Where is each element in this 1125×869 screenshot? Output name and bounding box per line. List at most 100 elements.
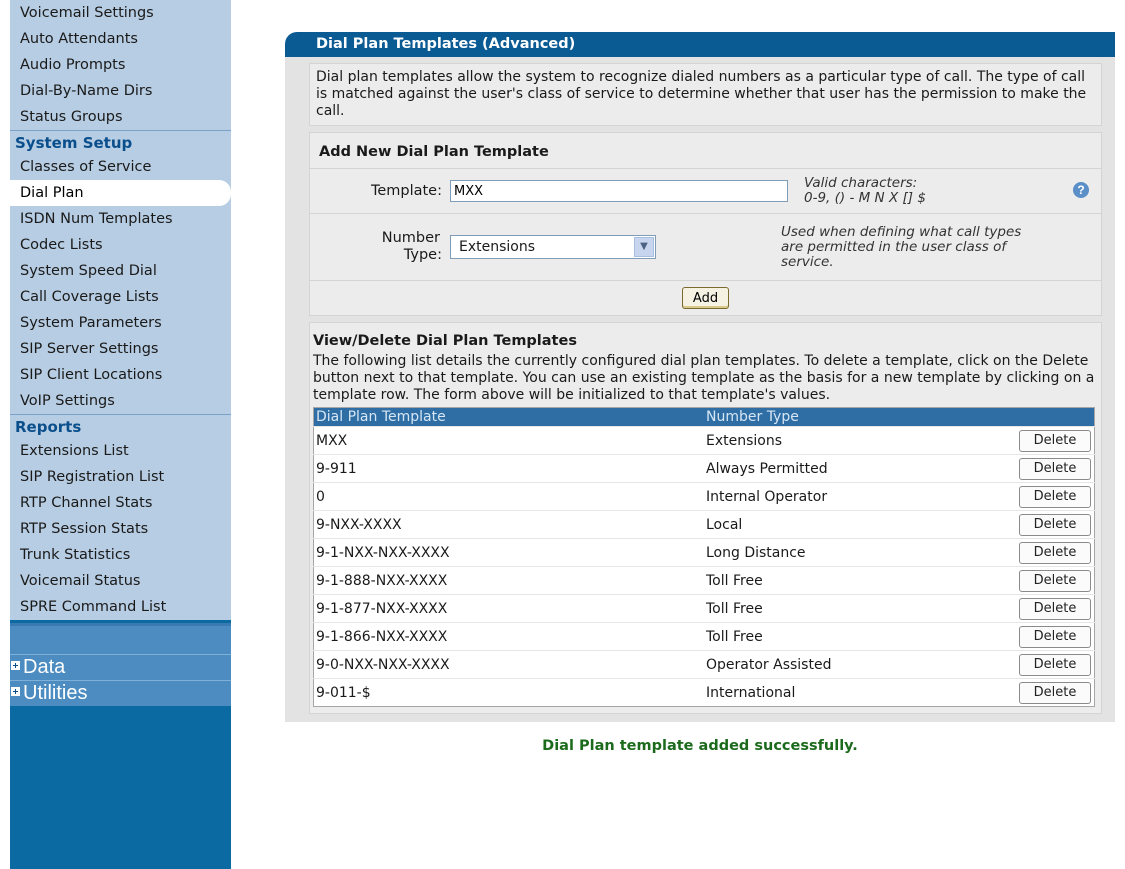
sidebar-item-rtp-session-stats[interactable]: RTP Session Stats — [10, 516, 231, 542]
chevron-down-icon[interactable]: ▼ — [634, 237, 654, 257]
number-type-select[interactable]: Extensions ▼ — [450, 235, 656, 259]
delete-button[interactable]: Delete — [1019, 653, 1091, 676]
template-cell: 9-1-877-NXX-XXXX — [313, 594, 704, 623]
sidebar-group-data[interactable]: Data — [10, 654, 231, 680]
sidebar-system-setup-group: Classes of Service Dial Plan ISDN Num Temp… — [10, 154, 231, 414]
actions-cell: Delete — [1008, 594, 1095, 623]
sidebar-item-dial-by-name-dirs[interactable]: Dial-By-Name Dirs — [10, 78, 231, 104]
number-type-cell: Internal Operator — [704, 482, 1008, 511]
delete-button[interactable]: Delete — [1019, 625, 1091, 648]
sidebar-section-reports: Reports — [10, 414, 231, 438]
templates-table: Dial Plan Template Number Type MXX Extens… — [313, 407, 1095, 707]
template-cell: 9-011-$ — [313, 678, 704, 707]
add-template-heading: Add New Dial Plan Template — [319, 144, 549, 160]
template-cell: MXX — [313, 426, 704, 455]
sidebar-item-dial-plan[interactable]: Dial Plan — [10, 180, 231, 206]
view-templates-section: View/Delete Dial Plan Templates The foll… — [309, 322, 1102, 714]
sidebar-item-call-coverage-lists[interactable]: Call Coverage Lists — [10, 284, 231, 310]
delete-button[interactable]: Delete — [1019, 457, 1091, 480]
number-type-label: Number Type: — [310, 230, 450, 264]
sidebar-item-sip-client-locations[interactable]: SIP Client Locations — [10, 362, 231, 388]
column-header-actions — [1008, 407, 1095, 427]
sidebar-group-label: Data — [23, 656, 66, 678]
table-row[interactable]: 9-1-888-NXX-XXXX Toll Free Delete — [313, 566, 1095, 595]
template-input[interactable] — [450, 180, 788, 202]
table-row[interactable]: 9-1-866-NXX-XXXX Toll Free Delete — [313, 622, 1095, 651]
table-header-row: Dial Plan Template Number Type — [313, 407, 1095, 427]
sidebar-item-codec-lists[interactable]: Codec Lists — [10, 232, 231, 258]
sidebar-item-voicemail-status[interactable]: Voicemail Status — [10, 568, 231, 594]
table-row[interactable]: 9-0-NXX-NXX-XXXX Operator Assisted Delete — [313, 650, 1095, 679]
help-icon[interactable]: ? — [1073, 182, 1089, 198]
delete-button[interactable]: Delete — [1019, 681, 1091, 704]
actions-cell: Delete — [1008, 622, 1095, 651]
add-template-section: Add New Dial Plan Template Template: Val… — [309, 132, 1102, 316]
number-type-cell: Long Distance — [704, 538, 1008, 567]
template-cell: 9-0-NXX-NXX-XXXX — [313, 650, 704, 679]
sidebar-item-system-parameters[interactable]: System Parameters — [10, 310, 231, 336]
column-header-number-type: Number Type — [704, 407, 1008, 427]
view-templates-heading: View/Delete Dial Plan Templates — [313, 333, 577, 349]
delete-button[interactable]: Delete — [1019, 429, 1091, 452]
sidebar-item-trunk-statistics[interactable]: Trunk Statistics — [10, 542, 231, 568]
number-type-cell: International — [704, 678, 1008, 707]
table-row[interactable]: 0 Internal Operator Delete — [313, 482, 1095, 511]
number-type-cell: Toll Free — [704, 566, 1008, 595]
page-title: Dial Plan Templates (Advanced) — [285, 32, 1115, 57]
template-hint-line2: 0-9, () - M N X [] $ — [804, 190, 926, 206]
template-hint: Valid characters: 0-9, () - M N X [] $ — [804, 176, 926, 206]
add-button[interactable]: Add — [681, 287, 730, 309]
sidebar-item-extensions-list[interactable]: Extensions List — [10, 438, 231, 464]
template-cell: 9-911 — [313, 454, 704, 483]
template-label: Template: — [370, 183, 442, 199]
sidebar-item-status-groups[interactable]: Status Groups — [10, 104, 231, 130]
table-row[interactable]: 9-011-$ International Delete — [313, 678, 1095, 707]
delete-button[interactable]: Delete — [1019, 569, 1091, 592]
number-type-selected: Extensions — [459, 239, 536, 255]
table-row[interactable]: 9-911 Always Permitted Delete — [313, 454, 1095, 483]
sidebar-item-sip-registration-list[interactable]: SIP Registration List — [10, 464, 231, 490]
delete-button[interactable]: Delete — [1019, 541, 1091, 564]
column-header-template: Dial Plan Template — [313, 407, 704, 427]
number-type-cell: Operator Assisted — [704, 650, 1008, 679]
sidebar-top-group: Voicemail Settings Auto Attendants Audio P… — [10, 0, 231, 130]
sidebar-item-audio-prompts[interactable]: Audio Prompts — [10, 52, 231, 78]
content-panel: Dial plan templates allow the system to … — [285, 57, 1115, 722]
actions-cell: Delete — [1008, 650, 1095, 679]
table-row[interactable]: 9-1-877-NXX-XXXX Toll Free Delete — [313, 594, 1095, 623]
number-type-cell: Extensions — [704, 426, 1008, 455]
sidebar-item-classes-of-service[interactable]: Classes of Service — [10, 154, 231, 180]
sidebar-item-spre-command-list[interactable]: SPRE Command List — [10, 594, 231, 620]
sidebar-item-sip-server-settings[interactable]: SIP Server Settings — [10, 336, 231, 362]
sidebar-item-isdn-num-templates[interactable]: ISDN Num Templates — [10, 206, 231, 232]
sidebar-group-utilities[interactable]: Utilities — [10, 680, 231, 706]
table-row[interactable]: MXX Extensions Delete — [313, 426, 1095, 455]
template-row: Template: Valid characters: 0-9, () - M … — [310, 168, 1101, 213]
sidebar-item-voip-settings[interactable]: VoIP Settings — [10, 388, 231, 414]
add-button-row: Add — [310, 280, 1101, 315]
actions-cell: Delete — [1008, 454, 1095, 483]
number-type-hint: Used when defining what call types are p… — [781, 223, 1022, 270]
table-row[interactable]: 9-NXX-XXXX Local Delete — [313, 510, 1095, 539]
template-cell: 9-1-888-NXX-XXXX — [313, 566, 704, 595]
table-row[interactable]: 9-1-NXX-NXX-XXXX Long Distance Delete — [313, 538, 1095, 567]
delete-button[interactable]: Delete — [1019, 513, 1091, 536]
number-type-label-line1: Number — [381, 230, 440, 246]
sidebar-item-auto-attendants[interactable]: Auto Attendants — [10, 26, 231, 52]
actions-cell: Delete — [1008, 678, 1095, 707]
number-type-cell: Toll Free — [704, 622, 1008, 651]
template-hint-line1: Valid characters: — [804, 175, 918, 191]
expand-plus-icon — [10, 686, 21, 698]
number-type-row: Number Type: Extensions ▼ Used when defi… — [310, 213, 1101, 280]
number-type-cell: Local — [704, 510, 1008, 539]
delete-button[interactable]: Delete — [1019, 597, 1091, 620]
sidebar-item-system-speed-dial[interactable]: System Speed Dial — [10, 258, 231, 284]
actions-cell: Delete — [1008, 510, 1095, 539]
sidebar-nav: Voicemail Settings Auto Attendants Audio P… — [10, 0, 231, 869]
sidebar-item-rtp-channel-stats[interactable]: RTP Channel Stats — [10, 490, 231, 516]
delete-button[interactable]: Delete — [1019, 485, 1091, 508]
sidebar-item-voicemail-settings[interactable]: Voicemail Settings — [10, 0, 231, 26]
actions-cell: Delete — [1008, 426, 1095, 455]
sidebar-section-system-setup: System Setup — [10, 130, 231, 154]
actions-cell: Delete — [1008, 566, 1095, 595]
